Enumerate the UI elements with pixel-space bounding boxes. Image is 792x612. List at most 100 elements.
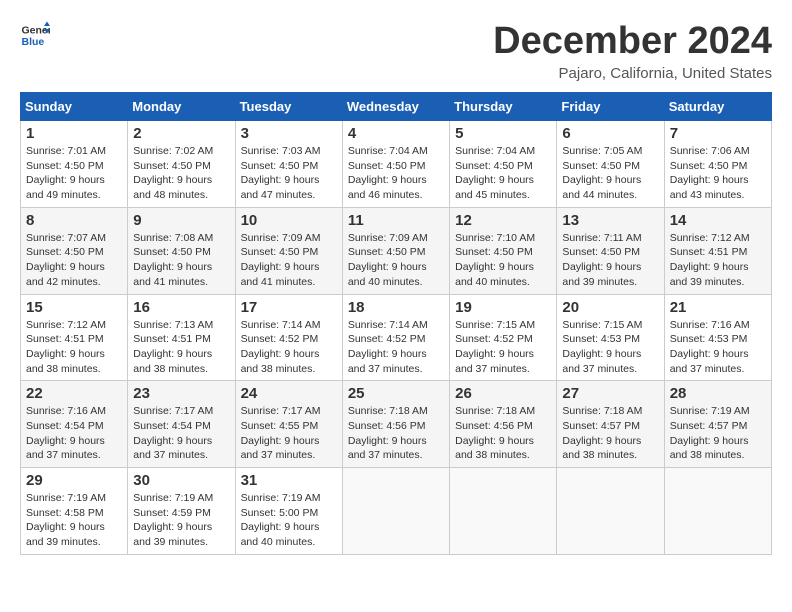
day-info: Sunrise: 7:17 AMSunset: 4:55 PMDaylight:…: [241, 404, 337, 463]
day-info: Sunrise: 7:14 AMSunset: 4:52 PMDaylight:…: [348, 318, 444, 377]
calendar-table: SundayMondayTuesdayWednesdayThursdayFrid…: [20, 92, 772, 555]
day-info: Sunrise: 7:15 AMSunset: 4:52 PMDaylight:…: [455, 318, 551, 377]
calendar-cell: 3 Sunrise: 7:03 AMSunset: 4:50 PMDaylight…: [235, 121, 342, 208]
svg-text:Blue: Blue: [22, 36, 45, 48]
day-number: 25: [348, 385, 444, 402]
day-number: 5: [455, 125, 551, 142]
calendar-cell: 23Sunrise: 7:17 AMSunset: 4:54 PMDayligh…: [128, 381, 235, 468]
day-number: 12: [455, 212, 551, 229]
day-number: 2: [133, 125, 229, 142]
calendar-subtitle: Pajaro, California, United States: [493, 65, 772, 82]
day-info: Sunrise: 7:18 AMSunset: 4:56 PMDaylight:…: [348, 404, 444, 463]
calendar-cell: 19 Sunrise: 7:15 AMSunset: 4:52 PMDayligh…: [450, 294, 557, 381]
calendar-cell: 12 Sunrise: 7:10 AMSunset: 4:50 PMDayligh…: [450, 207, 557, 294]
day-number: 9: [133, 212, 229, 229]
header: General Blue December 2024 Pajaro, Calif…: [20, 20, 772, 82]
calendar-cell: 11 Sunrise: 7:09 AMSunset: 4:50 PMDayligh…: [342, 207, 449, 294]
day-number: 26: [455, 385, 551, 402]
calendar-cell: 14 Sunrise: 7:12 AMSunset: 4:51 PMDayligh…: [664, 207, 771, 294]
day-number: 22: [26, 385, 122, 402]
day-number: 15: [26, 299, 122, 316]
weekday-header-row: SundayMondayTuesdayWednesdayThursdayFrid…: [21, 93, 772, 121]
weekday-header-tuesday: Tuesday: [235, 93, 342, 121]
calendar-cell: 4 Sunrise: 7:04 AMSunset: 4:50 PMDaylight…: [342, 121, 449, 208]
day-number: 30: [133, 472, 229, 489]
day-number: 18: [348, 299, 444, 316]
week-row-2: 8 Sunrise: 7:07 AMSunset: 4:50 PMDaylight…: [21, 207, 772, 294]
day-info: Sunrise: 7:03 AMSunset: 4:50 PMDaylight:…: [241, 144, 337, 203]
day-number: 8: [26, 212, 122, 229]
day-number: 17: [241, 299, 337, 316]
title-section: December 2024 Pajaro, California, United…: [493, 20, 772, 82]
day-number: 6: [562, 125, 658, 142]
day-info: Sunrise: 7:04 AMSunset: 4:50 PMDaylight:…: [455, 144, 551, 203]
logo: General Blue: [20, 20, 50, 50]
calendar-cell: [557, 468, 664, 555]
calendar-cell: 29Sunrise: 7:19 AMSunset: 4:58 PMDayligh…: [21, 468, 128, 555]
day-info: Sunrise: 7:12 AMSunset: 4:51 PMDaylight:…: [26, 318, 122, 377]
day-number: 16: [133, 299, 229, 316]
calendar-cell: 9Sunrise: 7:08 AMSunset: 4:50 PMDaylight…: [128, 207, 235, 294]
day-info: Sunrise: 7:17 AMSunset: 4:54 PMDaylight:…: [133, 404, 229, 463]
logo-icon: General Blue: [20, 20, 50, 50]
day-info: Sunrise: 7:15 AMSunset: 4:53 PMDaylight:…: [562, 318, 658, 377]
day-info: Sunrise: 7:13 AMSunset: 4:51 PMDaylight:…: [133, 318, 229, 377]
day-number: 19: [455, 299, 551, 316]
calendar-cell: 28 Sunrise: 7:19 AMSunset: 4:57 PMDayligh…: [664, 381, 771, 468]
weekday-header-thursday: Thursday: [450, 93, 557, 121]
calendar-cell: 20 Sunrise: 7:15 AMSunset: 4:53 PMDayligh…: [557, 294, 664, 381]
day-number: 24: [241, 385, 337, 402]
day-info: Sunrise: 7:01 AMSunset: 4:50 PMDaylight:…: [26, 144, 122, 203]
day-info: Sunrise: 7:14 AMSunset: 4:52 PMDaylight:…: [241, 318, 337, 377]
week-row-5: 29Sunrise: 7:19 AMSunset: 4:58 PMDayligh…: [21, 468, 772, 555]
calendar-cell: 18 Sunrise: 7:14 AMSunset: 4:52 PMDayligh…: [342, 294, 449, 381]
day-info: Sunrise: 7:10 AMSunset: 4:50 PMDaylight:…: [455, 231, 551, 290]
day-info: Sunrise: 7:18 AMSunset: 4:56 PMDaylight:…: [455, 404, 551, 463]
day-info: Sunrise: 7:05 AMSunset: 4:50 PMDaylight:…: [562, 144, 658, 203]
calendar-cell: 27 Sunrise: 7:18 AMSunset: 4:57 PMDayligh…: [557, 381, 664, 468]
calendar-cell: 31 Sunrise: 7:19 AMSunset: 5:00 PMDayligh…: [235, 468, 342, 555]
day-number: 27: [562, 385, 658, 402]
calendar-cell: [342, 468, 449, 555]
day-number: 31: [241, 472, 337, 489]
calendar-cell: [450, 468, 557, 555]
day-number: 20: [562, 299, 658, 316]
day-number: 21: [670, 299, 766, 316]
day-number: 11: [348, 212, 444, 229]
day-number: 7: [670, 125, 766, 142]
week-row-1: 1Sunrise: 7:01 AMSunset: 4:50 PMDaylight…: [21, 121, 772, 208]
day-number: 14: [670, 212, 766, 229]
day-info: Sunrise: 7:19 AMSunset: 4:57 PMDaylight:…: [670, 404, 766, 463]
calendar-cell: 17 Sunrise: 7:14 AMSunset: 4:52 PMDayligh…: [235, 294, 342, 381]
day-number: 29: [26, 472, 122, 489]
weekday-header-sunday: Sunday: [21, 93, 128, 121]
day-info: Sunrise: 7:07 AMSunset: 4:50 PMDaylight:…: [26, 231, 122, 290]
calendar-cell: 1Sunrise: 7:01 AMSunset: 4:50 PMDaylight…: [21, 121, 128, 208]
day-info: Sunrise: 7:19 AMSunset: 4:59 PMDaylight:…: [133, 491, 229, 550]
calendar-cell: 15 Sunrise: 7:12 AMSunset: 4:51 PMDayligh…: [21, 294, 128, 381]
week-row-4: 22Sunrise: 7:16 AMSunset: 4:54 PMDayligh…: [21, 381, 772, 468]
day-info: Sunrise: 7:02 AMSunset: 4:50 PMDaylight:…: [133, 144, 229, 203]
calendar-cell: 6 Sunrise: 7:05 AMSunset: 4:50 PMDaylight…: [557, 121, 664, 208]
day-info: Sunrise: 7:12 AMSunset: 4:51 PMDaylight:…: [670, 231, 766, 290]
day-info: Sunrise: 7:09 AMSunset: 4:50 PMDaylight:…: [348, 231, 444, 290]
calendar-cell: 10Sunrise: 7:09 AMSunset: 4:50 PMDayligh…: [235, 207, 342, 294]
day-info: Sunrise: 7:16 AMSunset: 4:53 PMDaylight:…: [670, 318, 766, 377]
weekday-header-monday: Monday: [128, 93, 235, 121]
calendar-cell: 26 Sunrise: 7:18 AMSunset: 4:56 PMDayligh…: [450, 381, 557, 468]
calendar-cell: 30 Sunrise: 7:19 AMSunset: 4:59 PMDayligh…: [128, 468, 235, 555]
day-info: Sunrise: 7:18 AMSunset: 4:57 PMDaylight:…: [562, 404, 658, 463]
weekday-header-wednesday: Wednesday: [342, 93, 449, 121]
calendar-title: December 2024: [493, 20, 772, 63]
day-info: Sunrise: 7:19 AMSunset: 5:00 PMDaylight:…: [241, 491, 337, 550]
day-info: Sunrise: 7:04 AMSunset: 4:50 PMDaylight:…: [348, 144, 444, 203]
day-number: 4: [348, 125, 444, 142]
day-number: 3: [241, 125, 337, 142]
day-info: Sunrise: 7:09 AMSunset: 4:50 PMDaylight:…: [241, 231, 337, 290]
calendar-cell: 22Sunrise: 7:16 AMSunset: 4:54 PMDayligh…: [21, 381, 128, 468]
day-number: 13: [562, 212, 658, 229]
calendar-cell: 7Sunrise: 7:06 AMSunset: 4:50 PMDaylight…: [664, 121, 771, 208]
day-number: 28: [670, 385, 766, 402]
calendar-cell: 2 Sunrise: 7:02 AMSunset: 4:50 PMDaylight…: [128, 121, 235, 208]
day-info: Sunrise: 7:11 AMSunset: 4:50 PMDaylight:…: [562, 231, 658, 290]
